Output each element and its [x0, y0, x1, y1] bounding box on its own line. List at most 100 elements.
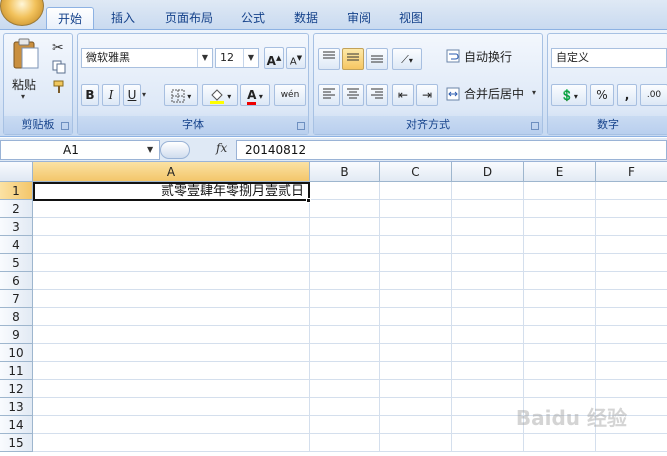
column-header[interactable]: E: [524, 162, 596, 182]
grid-cell[interactable]: [310, 398, 380, 416]
grid-cell[interactable]: [452, 218, 524, 236]
grid-cell[interactable]: [380, 344, 452, 362]
grid-cell[interactable]: [452, 434, 524, 452]
grid-cell[interactable]: [596, 290, 667, 308]
wrap-text-icon[interactable]: [446, 49, 460, 63]
merge-dropdown-icon[interactable]: ▾: [532, 88, 536, 97]
row-header[interactable]: 5: [0, 254, 33, 272]
grid-cell[interactable]: [524, 326, 596, 344]
grid-cell[interactable]: [380, 200, 452, 218]
paste-icon[interactable]: [10, 38, 40, 70]
grid-cell[interactable]: [380, 182, 452, 200]
grid-cell[interactable]: [380, 236, 452, 254]
decrease-indent-button[interactable]: ⇤: [392, 84, 414, 106]
merge-center-icon[interactable]: [446, 87, 460, 101]
bold-button[interactable]: B: [81, 84, 99, 106]
grid-cell[interactable]: [596, 200, 667, 218]
tab-home[interactable]: 开始: [46, 7, 94, 29]
grid-cell[interactable]: [310, 362, 380, 380]
grid-cell[interactable]: [380, 398, 452, 416]
grid-cell[interactable]: [452, 380, 524, 398]
tab-review[interactable]: 审阅: [338, 7, 380, 29]
clipboard-launcher-icon[interactable]: [61, 122, 69, 130]
comma-style-button[interactable]: ,: [617, 84, 637, 106]
fill-color-button[interactable]: ▾: [202, 84, 238, 106]
chevron-down-icon[interactable]: ▼: [243, 49, 258, 67]
grid-cell[interactable]: [452, 254, 524, 272]
grid-cell[interactable]: [380, 254, 452, 272]
grid-cell[interactable]: [596, 254, 667, 272]
grid-cell[interactable]: [380, 416, 452, 434]
grid-cell[interactable]: [596, 326, 667, 344]
grid-cell[interactable]: [452, 182, 524, 200]
grid-cell[interactable]: [310, 326, 380, 344]
row-header[interactable]: 10: [0, 344, 33, 362]
font-name-select[interactable]: 微软雅黑 ▼: [81, 48, 213, 68]
tab-data[interactable]: 数据: [285, 7, 327, 29]
grid-cell[interactable]: [33, 236, 310, 254]
percent-button[interactable]: %: [590, 84, 614, 106]
grid-cell[interactable]: [310, 416, 380, 434]
row-header[interactable]: 8: [0, 308, 33, 326]
grid-cell[interactable]: [310, 380, 380, 398]
accounting-format-button[interactable]: 💲▾: [551, 84, 587, 106]
grid-cell[interactable]: [310, 236, 380, 254]
grid-cell[interactable]: [524, 434, 596, 452]
grid-cell[interactable]: [380, 434, 452, 452]
tab-insert[interactable]: 插入: [100, 7, 146, 29]
paste-dropdown-icon[interactable]: ▾: [21, 92, 25, 101]
grid-cell[interactable]: [452, 362, 524, 380]
row-header[interactable]: 15: [0, 434, 33, 452]
align-top-button[interactable]: [318, 48, 340, 70]
grid-cell[interactable]: [524, 308, 596, 326]
column-header[interactable]: B: [310, 162, 380, 182]
select-all-corner[interactable]: [0, 162, 33, 182]
grid-cell[interactable]: [33, 380, 310, 398]
grid-cell[interactable]: [380, 290, 452, 308]
row-header[interactable]: 2: [0, 200, 33, 218]
font-color-button[interactable]: A ▾: [240, 84, 270, 106]
copy-icon[interactable]: [52, 60, 66, 74]
grid-cell[interactable]: [524, 182, 596, 200]
grow-font-button[interactable]: A▲: [264, 47, 284, 69]
merge-center-button[interactable]: 合并后居中: [464, 84, 524, 104]
font-launcher-icon[interactable]: [297, 122, 305, 130]
grid-cell[interactable]: [452, 290, 524, 308]
grid-cell[interactable]: [310, 200, 380, 218]
underline-dropdown-icon[interactable]: ▾: [142, 90, 146, 99]
chevron-down-icon[interactable]: ▼: [147, 141, 153, 159]
grid-cell[interactable]: [380, 272, 452, 290]
grid-cell[interactable]: [380, 326, 452, 344]
grid-cell[interactable]: [596, 308, 667, 326]
grid-cell[interactable]: [380, 308, 452, 326]
cell-a1[interactable]: 贰零壹肆年零捌月壹贰日: [33, 182, 310, 201]
grid-cell[interactable]: [452, 308, 524, 326]
grid-cell[interactable]: [33, 362, 310, 380]
grid-cell[interactable]: [310, 308, 380, 326]
phonetic-guide-button[interactable]: wén: [274, 84, 306, 106]
grid-cell[interactable]: [524, 344, 596, 362]
grid-cell[interactable]: [33, 272, 310, 290]
grid-cell[interactable]: [310, 182, 380, 200]
tab-view[interactable]: 视图: [390, 7, 432, 29]
grid-cell[interactable]: [33, 254, 310, 272]
grid-cell[interactable]: [380, 362, 452, 380]
name-box[interactable]: A1 ▼: [0, 140, 160, 160]
wrap-text-button[interactable]: 自动换行: [464, 47, 512, 67]
row-header[interactable]: 4: [0, 236, 33, 254]
office-button[interactable]: [0, 0, 44, 26]
grid-cell[interactable]: [33, 308, 310, 326]
align-right-button[interactable]: [366, 84, 388, 106]
grid-cell[interactable]: [380, 218, 452, 236]
number-format-select[interactable]: 自定义: [551, 48, 667, 68]
paste-label[interactable]: 粘贴: [12, 76, 36, 93]
grid-cell[interactable]: [596, 272, 667, 290]
grid-cell[interactable]: [33, 290, 310, 308]
chevron-down-icon[interactable]: ▼: [197, 49, 212, 67]
row-header[interactable]: 11: [0, 362, 33, 380]
row-header[interactable]: 9: [0, 326, 33, 344]
grid-cell[interactable]: [380, 380, 452, 398]
grid-cell[interactable]: [596, 182, 667, 200]
grid-cell[interactable]: [452, 326, 524, 344]
row-header[interactable]: 1: [0, 182, 33, 200]
